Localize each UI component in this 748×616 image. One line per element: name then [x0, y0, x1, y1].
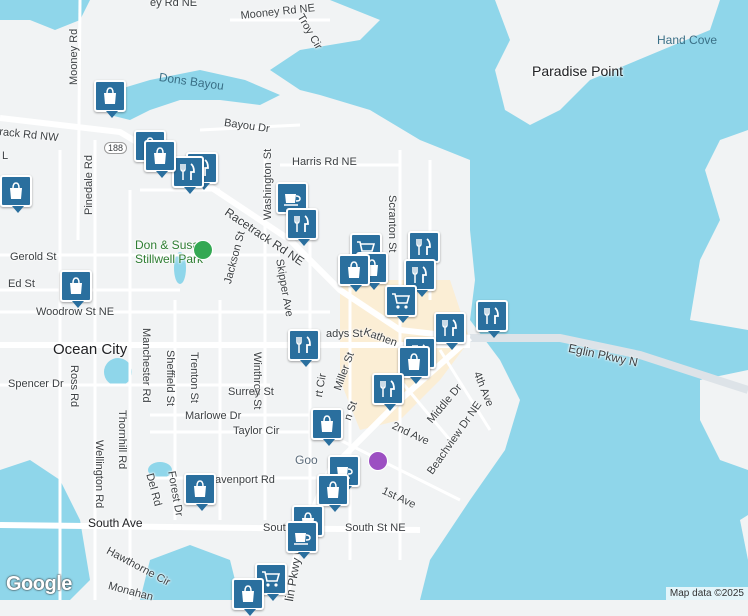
street-label: Harris Rd NE [292, 156, 357, 168]
shopping-bag-icon [10, 182, 22, 199]
poi-icon[interactable] [368, 451, 388, 471]
shopping-bag-marker[interactable] [311, 408, 343, 446]
shopping-bag-marker[interactable] [184, 473, 216, 511]
fork-knife-icon [296, 336, 311, 353]
street-label: Sheffield St [164, 350, 176, 407]
shopping-bag-icon [104, 87, 116, 104]
fork-knife-icon [484, 307, 499, 324]
shopping-bag-icon [321, 415, 333, 432]
fork-knife-marker[interactable] [476, 300, 508, 338]
poi-label: Goo [295, 453, 318, 467]
fork-knife-icon [294, 215, 309, 232]
water-label: Hand Cove [657, 33, 718, 47]
street-label: South St NE [345, 522, 406, 534]
street-label: ey Rd NE [150, 0, 198, 9]
place-label: Ocean City [53, 341, 128, 358]
fork-knife-marker[interactable] [172, 156, 204, 194]
fork-knife-icon [412, 266, 427, 283]
park-label: Stillwell Park [135, 252, 204, 266]
place-label: Paradise Point [532, 63, 624, 79]
pond-1 [104, 358, 132, 386]
street-label: Ross Rd [68, 365, 80, 408]
shopping-bag-marker[interactable] [317, 474, 349, 512]
street-label: Washington St [262, 148, 274, 220]
street-label: Ed St [8, 278, 35, 290]
fork-knife-icon [180, 163, 195, 180]
google-logo[interactable]: Google [6, 573, 72, 596]
shopping-bag-icon [70, 277, 82, 294]
park-icon[interactable] [193, 240, 213, 260]
shopping-cart-icon [262, 571, 281, 587]
shopping-bag-icon [154, 147, 166, 164]
street-label: Spencer Dr [8, 378, 64, 390]
street-label: Trenton St [188, 352, 200, 403]
street-label: Manchester Rd [140, 328, 152, 403]
fork-knife-icon [416, 238, 431, 255]
shopping-cart-marker[interactable] [385, 285, 417, 323]
shopping-bag-marker[interactable] [232, 578, 264, 616]
fork-knife-marker[interactable] [288, 329, 320, 367]
street-label: Taylor Cir [233, 425, 280, 437]
street-label: South Ave [88, 516, 143, 530]
shopping-cart-icon [392, 293, 411, 309]
street-label: Marlowe Dr [185, 410, 242, 422]
street-label: Winthrop St [251, 352, 263, 410]
coffee-cup-icon [284, 194, 301, 206]
route-shield: 188 [104, 142, 128, 154]
shopping-bag-marker[interactable] [94, 80, 126, 118]
shopping-bag-icon [327, 481, 339, 498]
coffee-cup-marker[interactable] [286, 521, 318, 559]
fork-knife-marker[interactable] [372, 373, 404, 411]
street-label: Pinedale Rd [83, 155, 95, 215]
shopping-bag-marker[interactable] [0, 175, 32, 213]
street-label: L [2, 150, 9, 162]
shopping-bag-icon [348, 261, 360, 278]
street-label: adys St [326, 328, 363, 340]
map-data-attribution[interactable]: Map data ©2025 [665, 587, 748, 600]
fork-knife-icon [442, 319, 457, 336]
shopping-bag-icon [408, 353, 420, 370]
fork-knife-marker[interactable] [434, 312, 466, 350]
fork-knife-marker[interactable] [286, 208, 318, 246]
coffee-cup-icon [294, 533, 311, 545]
shopping-bag-marker[interactable] [60, 270, 92, 308]
fork-knife-icon [380, 380, 395, 397]
street-label: Wellington Rd [93, 440, 105, 509]
street-label: Mooney Rd [68, 28, 80, 85]
street-label: Thornhill Rd [116, 410, 128, 470]
shopping-bag-marker[interactable] [338, 254, 370, 292]
street-label: Scranton St [386, 195, 398, 253]
shopping-bag-marker[interactable] [144, 140, 176, 178]
street-label: Gerold St [10, 251, 57, 263]
street-label: avenport Rd [215, 474, 275, 486]
shopping-bag-icon [194, 480, 206, 497]
street-label: Surrey St [228, 386, 274, 398]
shopping-bag-icon [242, 585, 254, 602]
